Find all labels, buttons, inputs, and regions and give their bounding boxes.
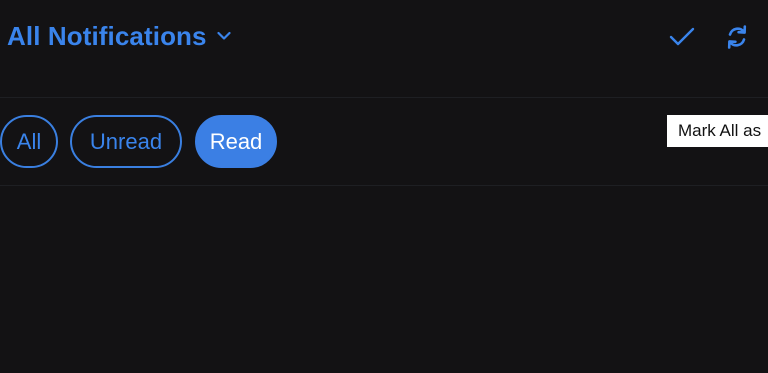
- filter-unread-button[interactable]: Unread: [70, 115, 182, 168]
- mark-all-read-tooltip: Mark All as: [667, 115, 768, 147]
- mark-all-read-button[interactable]: [667, 24, 697, 54]
- check-icon: [669, 26, 695, 53]
- refresh-button[interactable]: [722, 24, 752, 54]
- notifications-header: All Notifications: [0, 0, 768, 98]
- chevron-down-icon: [217, 31, 231, 41]
- page-title: All Notifications: [7, 20, 207, 51]
- filter-read-button[interactable]: Read: [195, 115, 277, 168]
- refresh-icon: [723, 23, 751, 56]
- filter-bar: All Unread Read: [0, 98, 768, 186]
- filter-all-button[interactable]: All: [0, 115, 58, 168]
- notifications-dropdown[interactable]: All Notifications: [7, 19, 231, 53]
